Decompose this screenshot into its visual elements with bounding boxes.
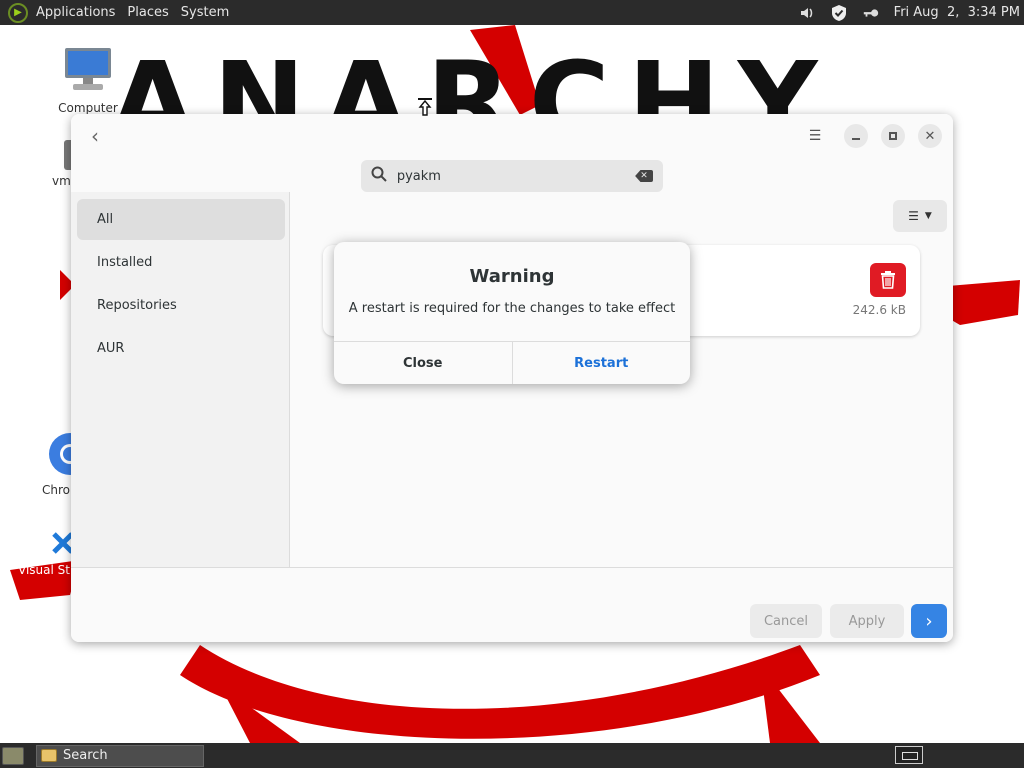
show-desktop-icon[interactable] — [2, 746, 24, 765]
apply-button[interactable]: Apply — [830, 604, 904, 638]
shield-check-icon[interactable] — [830, 4, 848, 22]
chevron-left-icon: ‹ — [91, 124, 99, 148]
computer-icon — [43, 46, 133, 97]
menu-system[interactable]: System — [175, 0, 235, 25]
next-button[interactable]: › — [911, 604, 947, 638]
header-bar: ‹ ☰ ✕ ✕ — [71, 114, 953, 192]
hamburger-menu-icon: ☰ — [808, 128, 822, 144]
sidebar-item-repositories[interactable]: Repositories — [77, 285, 285, 326]
cancel-button[interactable]: Cancel — [750, 604, 822, 638]
menu-places[interactable]: Places — [121, 0, 174, 25]
package-size: 242.6 kB — [852, 303, 906, 317]
close-button[interactable]: ✕ — [918, 124, 942, 148]
desktop-icon-label: Computer — [58, 101, 118, 115]
clock[interactable]: Fri Aug 2, 3:34 PM — [894, 5, 1020, 20]
back-button[interactable]: ‹ — [83, 124, 107, 148]
volume-icon[interactable] — [798, 4, 816, 22]
trash-icon — [881, 271, 895, 289]
dropdown-arrow-icon: ▼ — [924, 211, 932, 221]
key-icon[interactable] — [862, 4, 880, 22]
sidebar-item-installed[interactable]: Installed — [77, 242, 285, 283]
top-menu: Applications Places System — [30, 0, 235, 25]
dialog-title: Warning — [469, 266, 555, 287]
dialog-button-row: Close Restart — [334, 341, 690, 384]
workspace-switcher[interactable] — [895, 746, 923, 764]
chevron-right-icon: › — [925, 610, 933, 632]
minimize-icon — [852, 138, 860, 140]
sidebar: All Installed Repositories AUR — [71, 192, 290, 567]
warning-dialog: Warning A restart is required for the ch… — [334, 242, 690, 384]
view-mode-button[interactable]: ☰ ▼ — [893, 200, 947, 232]
bottom-panel: Search — [0, 743, 1024, 768]
remove-package-button[interactable] — [870, 263, 906, 297]
list-view-icon: ☰ — [908, 209, 919, 223]
taskbar-item-search[interactable]: Search — [36, 744, 204, 767]
maximize-button[interactable] — [881, 124, 905, 148]
distro-logo-icon[interactable]: ▶ — [8, 2, 28, 23]
menu-applications[interactable]: Applications — [30, 0, 121, 25]
sidebar-item-all[interactable]: All — [77, 199, 285, 240]
system-tray: Fri Aug 2, 3:34 PM — [798, 0, 1024, 25]
search-box: ✕ — [361, 160, 663, 192]
maximize-icon — [889, 132, 897, 140]
main-menu-button[interactable]: ☰ — [803, 124, 827, 148]
dialog-message: A restart is required for the changes to… — [348, 301, 676, 316]
search-input[interactable] — [396, 168, 636, 184]
close-icon: ✕ — [924, 128, 936, 144]
dialog-close-button[interactable]: Close — [334, 342, 513, 384]
taskbar-item-label: Search — [63, 748, 108, 763]
search-icon — [371, 166, 391, 186]
top-panel: ▶ Applications Places System Fri Aug 2, … — [0, 0, 1024, 25]
folder-icon — [41, 749, 57, 762]
clear-search-icon[interactable]: ✕ — [635, 170, 653, 182]
desktop-icon-computer[interactable]: Computer — [43, 46, 133, 115]
minimize-button[interactable] — [844, 124, 868, 148]
sidebar-item-aur[interactable]: AUR — [77, 328, 285, 369]
footer-bar: Cancel Apply › — [71, 567, 953, 642]
mouse-cursor-icon — [418, 98, 432, 116]
dialog-restart-button[interactable]: Restart — [513, 342, 691, 384]
